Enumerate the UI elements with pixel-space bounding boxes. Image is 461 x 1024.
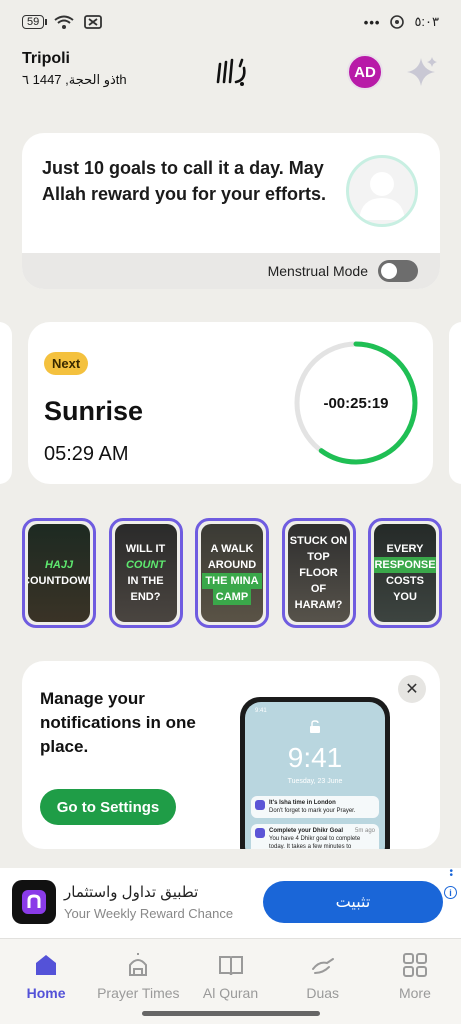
nav-home[interactable]: Home (0, 939, 92, 1024)
app-notification-icon (255, 800, 265, 810)
ad-title: تطبيق تداول واستثمار (64, 884, 199, 901)
story-line: OF HARAM? (294, 583, 343, 611)
phone-date: Tuesday, 23 June (287, 778, 343, 785)
battery-icon: 59 (22, 15, 48, 29)
goals-message: Just 10 goals to call it a day. May Alla… (42, 158, 327, 204)
phone-notification-title: It's Isha time in London (269, 800, 336, 806)
story-will-it-count[interactable]: WILL IT COUNT IN THE END? (108, 518, 183, 628)
dua-hands-icon (311, 958, 334, 974)
story-line: IN THE END? (127, 575, 164, 603)
story-line: COUNTDOWN (28, 575, 90, 587)
ad-subtitle: Your Weekly Reward Chance (64, 906, 234, 921)
app-logo-icon (216, 58, 246, 86)
story-mina-camp[interactable]: A WALK AROUND THE MINA CAMP (195, 518, 269, 628)
story-line: THE MINA (202, 573, 262, 589)
unlock-icon (310, 720, 320, 733)
story-line: STUCK ON (289, 535, 348, 547)
phone-notification: It's Isha time in London Don't forget to… (251, 796, 379, 818)
menstrual-mode-row: Menstrual Mode (22, 253, 440, 289)
phone-notification: Complete your Dhikr Goal 5m ago You have… (251, 824, 379, 849)
whatsapp-icon (390, 15, 405, 29)
daily-goals-card[interactable]: Just 10 goals to call it a day. May Alla… (22, 133, 440, 289)
notification-message: Manage your notifications in one place. (40, 689, 196, 756)
nav-label: Al Quran (202, 985, 259, 1001)
menstrual-mode-label: Menstrual Mode (267, 263, 368, 279)
nav-label: Prayer Times (97, 985, 180, 1001)
status-time: ٥:٠٣ (414, 14, 439, 29)
story-line: A WALK (210, 543, 254, 555)
story-every-response[interactable]: EVERY RESPONSE COSTS YOU (368, 518, 442, 628)
story-line: EVERY (386, 543, 424, 555)
phone-notification-title: Complete your Dhikr Goal (269, 828, 344, 834)
grid-icon (402, 953, 427, 977)
sparkle-icon[interactable] (403, 54, 439, 90)
story-line: AROUND (207, 559, 257, 571)
phone-illustration: 9:41 9:41 Tuesday, 23 June It's Isha tim… (240, 697, 390, 849)
wifi-icon (54, 15, 74, 29)
phone-notification-time: 5m ago (354, 828, 375, 834)
quran-icon (218, 956, 243, 976)
mosque-icon (129, 953, 148, 976)
nav-label: Home (26, 985, 66, 1001)
home-indicator[interactable] (142, 1011, 320, 1016)
story-line: COUNT (125, 559, 166, 571)
story-line: CAMP (212, 589, 252, 605)
story-line: RESPONSE (374, 557, 436, 573)
mute-icon (84, 15, 103, 29)
next-prayer-card[interactable]: Next Sunrise 05:29 AM -00:25:19 (28, 322, 433, 484)
phone-clock: 9:41 (287, 742, 343, 773)
close-icon[interactable]: ✕ (398, 675, 426, 703)
story-hajj-countdown[interactable]: HAJJ COUNTDOWN (22, 518, 96, 628)
ad-info-icon[interactable]: i (444, 886, 457, 899)
nav-label: Duas (306, 985, 340, 1001)
notification-settings-card: Manage your notifications in one place. … (22, 661, 440, 849)
next-prayer-card-peek[interactable] (449, 322, 461, 484)
next-badge: Next (44, 352, 89, 375)
install-button[interactable]: تثبيت (263, 881, 443, 923)
phone-notification-body: You have 4 Dhikr goal to complete today.… (269, 836, 361, 849)
story-line: COSTS YOU (386, 575, 424, 603)
nav-label: More (398, 985, 431, 1001)
stories-row: HAJJ COUNTDOWN WILL IT COUNT IN THE END?… (22, 518, 442, 628)
story-line: HAJJ (44, 559, 74, 571)
prayer-name: Sunrise (44, 396, 144, 426)
story-line: TOP FLOOR (299, 551, 338, 579)
countdown-ring: -00:25:19 (293, 340, 419, 466)
avatar[interactable]: AD (347, 54, 383, 90)
phone-status-time: 9:41 (255, 708, 267, 714)
profile-placeholder-icon (346, 155, 418, 227)
home-icon (36, 955, 57, 975)
ad-menu-icon[interactable]: • • (449, 867, 453, 881)
ad-app-icon (12, 880, 56, 924)
story-line: WILL IT (125, 543, 166, 555)
phone-notification-body: Don't forget to mark your Prayer. (269, 808, 356, 814)
app-notification-icon (255, 828, 265, 838)
countdown-text: -00:25:19 (323, 394, 389, 412)
prayer-time: 05:29 AM (44, 443, 129, 465)
story-top-floor-haram[interactable]: STUCK ON TOP FLOOR OF HARAM? (281, 518, 356, 628)
previous-prayer-card-peek[interactable] (0, 322, 12, 484)
header: Tripoli ذو الحجة, 1447 ٦th AD (22, 50, 439, 100)
menstrual-mode-toggle[interactable] (378, 260, 418, 282)
more-notifications-icon: ••• (363, 14, 381, 30)
nav-more[interactable]: More (369, 939, 461, 1024)
go-to-settings-button[interactable]: Go to Settings (40, 789, 176, 825)
status-bar: 59 ••• ٥:٠٣ (0, 0, 461, 44)
ad-banner[interactable]: تطبيق تداول واستثمار Your Weekly Reward … (0, 867, 461, 938)
